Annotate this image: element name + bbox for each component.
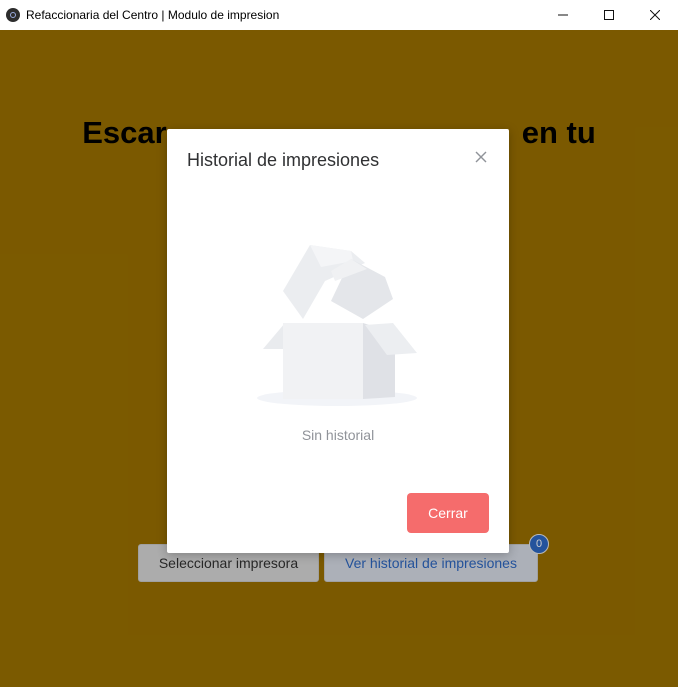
window-controls [540,0,678,30]
app-logo-icon [6,8,20,22]
close-dialog-button[interactable]: Cerrar [407,493,489,533]
history-dialog: Historial de impresiones Sin historial C… [167,129,509,553]
maximize-icon [604,10,614,20]
close-icon [650,10,660,20]
maximize-button[interactable] [586,0,632,30]
close-window-button[interactable] [632,0,678,30]
empty-box-icon [257,245,417,406]
dialog-title: Historial de impresiones [187,150,380,170]
window-titlebar: Refaccionaria del Centro | Modulo de imp… [0,0,678,30]
minimize-button[interactable] [540,0,586,30]
minimize-icon [558,14,568,16]
window-title: Refaccionaria del Centro | Modulo de imp… [26,8,280,22]
empty-history-text: Sin historial [301,427,375,443]
dialog-close-icon[interactable] [473,149,489,165]
